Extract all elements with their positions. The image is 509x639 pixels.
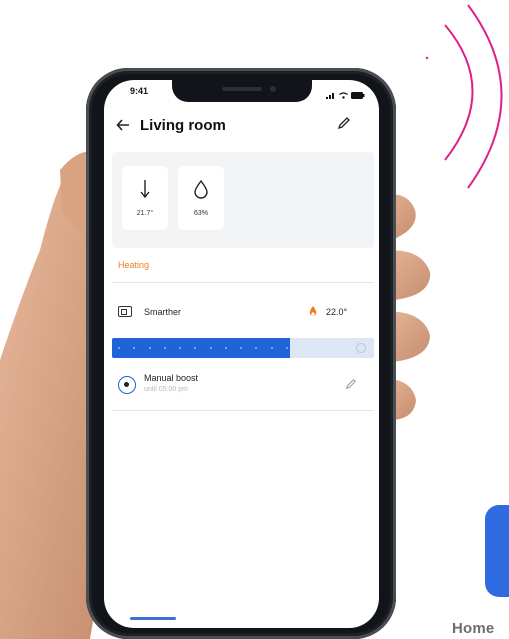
stage: 9:41 Living room 21.7° 63% Heating Smart… bbox=[0, 0, 509, 639]
divider bbox=[112, 282, 374, 283]
thermometer-icon bbox=[140, 180, 150, 199]
boost-title: Manual boost bbox=[144, 373, 199, 383]
thermostat-row[interactable]: Smarther 22.0° bbox=[104, 298, 379, 328]
thermostat-name: Smarther bbox=[144, 307, 182, 317]
pencil-icon bbox=[337, 117, 350, 130]
status-icons bbox=[326, 86, 365, 104]
humidity-value: 63% bbox=[193, 210, 208, 217]
page-title: Living room bbox=[140, 117, 226, 134]
arrow-left-icon bbox=[116, 119, 129, 131]
battery-icon bbox=[351, 86, 365, 104]
humidity-card[interactable]: 63% bbox=[178, 166, 224, 230]
humidity-drop-icon bbox=[194, 179, 208, 199]
home-label: Home bbox=[452, 620, 495, 637]
screen-header: Living room bbox=[104, 108, 379, 148]
temperature-value: 21.7° bbox=[136, 210, 154, 217]
temperature-slider[interactable] bbox=[112, 338, 374, 358]
front-camera bbox=[270, 86, 276, 92]
boost-icon bbox=[118, 376, 136, 394]
pencil-icon[interactable] bbox=[345, 378, 357, 390]
slider-ticks bbox=[118, 347, 288, 349]
slider-handle[interactable] bbox=[356, 343, 366, 353]
status-time: 9:41 bbox=[130, 86, 149, 96]
slider-fill bbox=[112, 338, 291, 358]
speaker-grille bbox=[222, 87, 262, 91]
flame-icon bbox=[309, 306, 317, 316]
thermostat-temperature: 22.0° bbox=[326, 307, 348, 317]
cellular-signal-icon bbox=[326, 86, 336, 104]
phone-notch bbox=[172, 80, 312, 102]
section-label-heating: Heating bbox=[118, 260, 150, 270]
back-button[interactable] bbox=[116, 118, 130, 136]
sensor-panel: 21.7° 63% bbox=[112, 152, 374, 248]
wifi-icon bbox=[339, 86, 348, 104]
manual-boost-row[interactable]: Manual boost until 05:00 pm bbox=[104, 366, 379, 406]
home-indicator bbox=[130, 617, 176, 620]
temperature-card[interactable]: 21.7° bbox=[122, 166, 168, 230]
phone-screen: 9:41 Living room 21.7° 63% Heating Smart… bbox=[104, 80, 379, 628]
divider bbox=[112, 410, 374, 411]
edit-room-button[interactable] bbox=[337, 116, 353, 132]
boost-subtitle: until 05:00 pm bbox=[144, 386, 188, 393]
app-tile bbox=[485, 505, 509, 597]
thermostat-icon bbox=[118, 306, 132, 317]
